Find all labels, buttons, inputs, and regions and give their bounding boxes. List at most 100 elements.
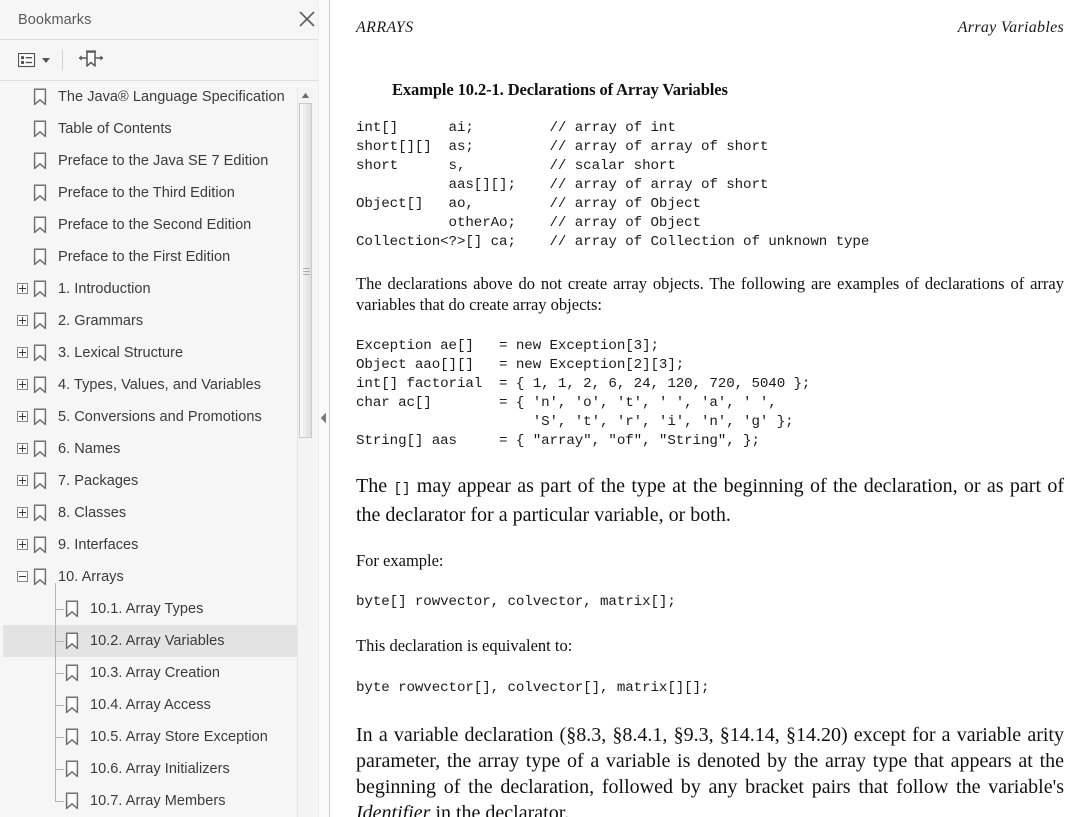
tree-connector [55, 609, 64, 610]
paragraph-vd-pre: In a variable declaration (§8.3, §8.4.1,… [356, 724, 1064, 798]
bookmark-icon [33, 280, 47, 303]
bookmark-label: 2. Grammars [58, 313, 144, 329]
bookmark-item[interactable]: 10.6. Array Initializers [3, 753, 306, 785]
pdf-reader-window: Bookmarks The Java® Language Specificati… [0, 0, 1070, 817]
bookmark-label: 1. Introduction [58, 281, 151, 297]
close-icon[interactable] [293, 5, 321, 33]
bookmark-item[interactable]: Preface to the Java SE 7 Edition [3, 145, 306, 177]
bookmark-item[interactable]: Preface to the Second Edition [3, 209, 306, 241]
paragraph-vd-post: in the declarator. [430, 802, 570, 817]
bookmark-item[interactable]: 10.5. Array Store Exception [3, 721, 306, 753]
bookmark-item[interactable]: 3. Lexical Structure [3, 337, 306, 369]
bookmark-icon [33, 88, 47, 111]
bookmarks-scrollbar[interactable] [297, 88, 313, 817]
bookmark-label: 10.5. Array Store Exception [90, 729, 268, 745]
bookmarks-panel-header: Bookmarks [0, 0, 329, 40]
bookmark-label: Preface to the First Edition [58, 249, 231, 265]
bookmark-icon [33, 408, 47, 431]
chevron-down-icon [42, 57, 50, 63]
inline-code-brackets: [] [393, 481, 411, 497]
expand-toggle-icon[interactable] [17, 379, 28, 390]
scrollbar-grip [303, 268, 310, 275]
list-options-icon[interactable] [16, 46, 52, 74]
expand-toggle-icon[interactable] [17, 507, 28, 518]
bookmark-item[interactable]: 5. Conversions and Promotions [3, 401, 306, 433]
scrollbar-thumb[interactable] [299, 103, 312, 438]
bookmark-icon [33, 376, 47, 399]
code-block-declarations: int[] ai; // array of int short[][] as; … [356, 120, 870, 250]
expand-toggle-icon[interactable] [17, 283, 28, 294]
bookmark-label: 4. Types, Values, and Variables [58, 377, 262, 393]
collapse-toggle-icon[interactable] [17, 571, 28, 582]
bookmark-label: 6. Names [58, 441, 121, 457]
paragraph-declarations-note: The declarations above do not create arr… [356, 274, 1064, 314]
paragraph-brackets: The [] may appear as part of the type at… [356, 473, 1064, 528]
bookmark-icon [65, 664, 79, 687]
expand-toggle-icon[interactable] [17, 475, 28, 486]
bookmark-label: 7. Packages [58, 473, 139, 489]
bookmark-icon [33, 472, 47, 495]
paragraph-brackets-pre: The [356, 475, 394, 497]
bookmark-label: 3. Lexical Structure [58, 345, 184, 361]
bookmark-item[interactable]: 4. Types, Values, and Variables [3, 369, 306, 401]
running-head-left: ARRAYS [356, 19, 414, 36]
expand-toggle-icon[interactable] [17, 411, 28, 422]
bookmark-label: Preface to the Java SE 7 Edition [58, 153, 269, 169]
bookmark-item[interactable]: 8. Classes [3, 497, 306, 529]
bookmark-item[interactable]: 7. Packages [3, 465, 306, 497]
bookmark-item[interactable]: Preface to the First Edition [3, 241, 306, 273]
bookmark-icon [65, 792, 79, 815]
tree-connector [55, 737, 64, 738]
bookmark-label: 10.4. Array Access [90, 697, 211, 713]
code-block-rowvector-2: byte rowvector[], colvector[], matrix[][… [356, 680, 710, 696]
bookmark-icon [33, 312, 47, 335]
bookmark-label: 9. Interfaces [58, 537, 139, 553]
collapse-panel-arrow-icon[interactable] [319, 410, 328, 426]
bookmark-item[interactable]: 9. Interfaces [3, 529, 306, 561]
pdf-page: ARRAYS Array Variables Example 10.2-1. D… [330, 0, 1070, 817]
bookmark-item[interactable]: 10. Arrays [3, 561, 306, 593]
expand-toggle-icon[interactable] [17, 315, 28, 326]
bookmark-item[interactable]: Preface to the Third Edition [3, 177, 306, 209]
bookmark-item[interactable]: 2. Grammars [3, 305, 306, 337]
bookmark-label: The Java® Language Specification [58, 89, 285, 105]
bookmark-item[interactable]: 10.7. Array Members [3, 785, 306, 817]
expand-current-bookmark-icon[interactable] [75, 46, 107, 74]
bookmark-item[interactable]: 10.4. Array Access [3, 689, 306, 721]
bookmark-item[interactable]: 10.1. Array Types [3, 593, 306, 625]
running-head-right: Array Variables [957, 19, 1064, 36]
bookmark-icon [33, 120, 47, 143]
paragraph-vd-identifier: Identifier [356, 802, 431, 817]
document-view[interactable]: ARRAYS Array Variables Example 10.2-1. D… [330, 0, 1070, 817]
expand-toggle-icon[interactable] [17, 539, 28, 550]
example-title: Example 10.2-1. Declarations of Array Va… [392, 80, 728, 99]
bookmark-item[interactable]: The Java® Language Specification [3, 81, 306, 113]
paragraph-brackets-post: may appear as part of the type at the be… [356, 475, 1065, 526]
bookmark-label: Preface to the Second Edition [58, 217, 252, 233]
scroll-up-arrow-icon[interactable] [298, 88, 313, 102]
running-head: ARRAYS Array Variables [356, 19, 1064, 37]
tree-connector [55, 583, 56, 801]
bookmark-label: 10. Arrays [58, 569, 124, 585]
bookmark-label: 10.2. Array Variables [90, 633, 225, 649]
for-example-label: For example: [356, 551, 444, 570]
expand-toggle-icon[interactable] [17, 443, 28, 454]
bookmark-item[interactable]: 10.2. Array Variables [3, 625, 306, 657]
tree-connector [55, 769, 64, 770]
bookmark-icon [33, 568, 47, 591]
panel-splitter[interactable] [318, 0, 329, 817]
bookmark-item[interactable]: Table of Contents [3, 113, 306, 145]
panel-title: Bookmarks [18, 11, 92, 28]
bookmark-item[interactable]: 6. Names [3, 433, 306, 465]
bookmarks-panel: Bookmarks The Java® Language Specificati… [0, 0, 330, 817]
bookmark-icon [65, 600, 79, 623]
bookmark-label: Table of Contents [58, 121, 172, 137]
tree-connector [55, 705, 64, 706]
bookmark-label: 10.3. Array Creation [90, 665, 220, 681]
bookmark-icon [33, 504, 47, 527]
tree-connector [55, 801, 64, 802]
bookmark-item[interactable]: 10.3. Array Creation [3, 657, 306, 689]
bookmark-item[interactable]: 1. Introduction [3, 273, 306, 305]
expand-toggle-icon[interactable] [17, 347, 28, 358]
bookmarks-tree-scroll-area[interactable]: The Java® Language Specification Table of… [0, 81, 329, 817]
